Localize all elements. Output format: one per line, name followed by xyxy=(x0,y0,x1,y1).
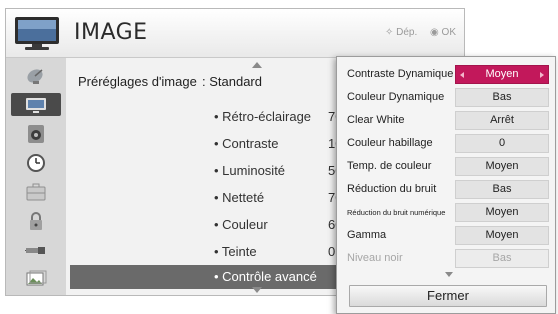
tv-icon xyxy=(15,17,59,50)
clock-icon xyxy=(27,153,45,172)
scroll-up-icon[interactable] xyxy=(252,62,262,68)
sidebar-item-lock[interactable] xyxy=(11,209,61,232)
popup-row-value[interactable]: Moyen xyxy=(455,226,549,245)
popup-row-value[interactable]: Moyen xyxy=(455,203,549,222)
briefcase-icon xyxy=(26,183,46,200)
ok-hint: ◉ OK xyxy=(430,27,456,38)
popup-row-clear-white[interactable]: Clear White Arrêt xyxy=(337,110,555,132)
setting-label: • Netteté xyxy=(214,190,265,205)
sidebar-item-time[interactable] xyxy=(11,151,61,174)
key-hints: ✧ Dép. ◉ OK xyxy=(375,27,456,38)
popup-row-value[interactable]: Bas xyxy=(455,180,549,199)
scroll-down-icon[interactable] xyxy=(252,287,262,293)
popup-row-label: Couleur Dynamique xyxy=(347,91,445,103)
popup-row-value[interactable]: Moyen xyxy=(455,157,549,176)
popup-row-skin-color[interactable]: Couleur habillage 0 xyxy=(337,133,555,155)
popup-row-black-level: Niveau noir Bas xyxy=(337,248,555,270)
popup-row-gamma[interactable]: Gamma Moyen xyxy=(337,225,555,247)
setting-label: • Luminosité xyxy=(214,163,286,178)
picture-presets-value: : Standard xyxy=(202,74,262,89)
chevron-right-icon[interactable] xyxy=(540,72,544,78)
chevron-left-icon[interactable] xyxy=(460,72,464,78)
popup-row-color-temperature[interactable]: Temp. de couleur Moyen xyxy=(337,156,555,178)
sidebar-item-picture[interactable] xyxy=(11,93,61,116)
setting-contrast[interactable]: • Contraste 100 xyxy=(214,136,350,151)
satellite-dish-icon xyxy=(27,68,43,84)
popup-row-label: Réduction du bruit xyxy=(347,183,437,195)
popup-row-label: Réduction du bruit numérique xyxy=(347,208,446,217)
popup-scroll-down-icon[interactable] xyxy=(445,272,453,277)
popup-row-digital-noise-reduction[interactable]: Réduction du bruit numérique Moyen xyxy=(337,202,555,224)
close-button[interactable]: Fermer xyxy=(349,285,547,307)
setting-value: 0 xyxy=(328,244,336,259)
popup-row-value[interactable]: Arrêt xyxy=(455,111,549,130)
popup-row-value[interactable]: 0 xyxy=(455,134,549,153)
tv-picture-icon xyxy=(26,97,46,113)
setting-tint[interactable]: • Teinte 0 xyxy=(214,244,335,259)
popup-row-dynamic-contrast[interactable]: Contraste Dynamique Moyen xyxy=(337,64,555,86)
popup-row-label: Niveau noir xyxy=(347,252,403,264)
move-hint: ✧ Dép. xyxy=(384,27,418,38)
popup-row-dynamic-color[interactable]: Couleur Dynamique Bas xyxy=(337,87,555,109)
value-text: Moyen xyxy=(485,68,519,80)
sidebar-item-sound[interactable] xyxy=(11,122,61,145)
setting-backlight[interactable]: • Rétro-éclairage 70 xyxy=(214,109,342,124)
lock-icon xyxy=(30,211,42,230)
photo-media-icon xyxy=(26,270,47,285)
usb-plug-icon xyxy=(25,246,45,254)
picture-presets-label[interactable]: Préréglages d'image xyxy=(78,74,197,89)
popup-row-label: Clear White xyxy=(347,114,405,126)
speaker-icon xyxy=(28,124,44,143)
sidebar-item-channels[interactable] xyxy=(11,64,61,87)
setting-sharpness[interactable]: • Netteté 70 xyxy=(214,190,342,205)
popup-row-label: Contraste Dynamique xyxy=(347,68,454,80)
sidebar-item-media[interactable] xyxy=(11,267,61,290)
setting-color[interactable]: • Couleur 60 xyxy=(214,217,342,232)
popup-row-value[interactable]: Moyen xyxy=(455,65,549,84)
advanced-control-popup: Contraste Dynamique Moyen Couleur Dynami… xyxy=(336,56,556,314)
popup-row-noise-reduction[interactable]: Réduction du bruit Bas xyxy=(337,179,555,201)
title-bar: IMAGE ✧ Dép. ◉ OK xyxy=(6,9,464,58)
popup-row-value[interactable]: Bas xyxy=(455,88,549,107)
setting-label: • Contrôle avancé xyxy=(214,269,317,284)
setting-label: • Rétro-éclairage xyxy=(214,109,312,124)
popup-row-label: Gamma xyxy=(347,229,387,241)
popup-row-label: Couleur habillage xyxy=(347,137,433,149)
sidebar-item-option[interactable] xyxy=(11,180,61,203)
setting-label: • Teinte xyxy=(214,244,257,259)
page-title: IMAGE xyxy=(74,20,148,45)
popup-row-value: Bas xyxy=(455,249,549,268)
setting-brightness[interactable]: • Luminosité 50 xyxy=(214,163,342,178)
setting-label: • Couleur xyxy=(214,217,268,232)
sidebar xyxy=(6,58,66,295)
setting-label: • Contraste xyxy=(214,136,279,151)
sidebar-item-input[interactable] xyxy=(11,238,61,261)
popup-row-label: Temp. de couleur xyxy=(347,160,432,172)
